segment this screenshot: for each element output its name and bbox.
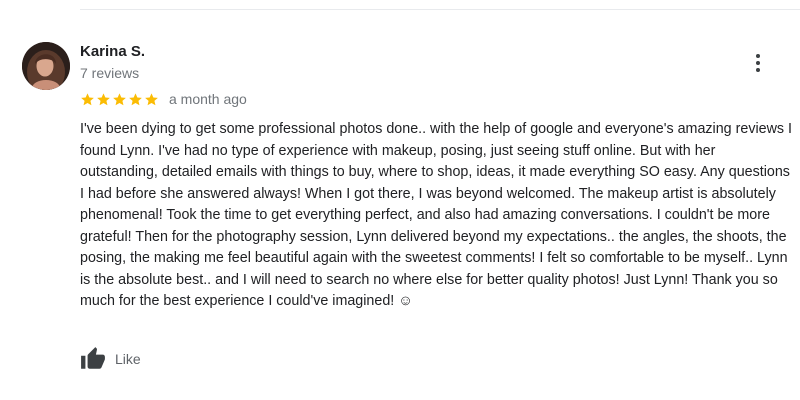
more-vertical-icon-dot bbox=[756, 68, 760, 72]
like-button[interactable]: Like bbox=[80, 346, 141, 372]
star-icon bbox=[145, 92, 158, 105]
rating-row: a month ago bbox=[80, 89, 247, 109]
more-options-button[interactable] bbox=[748, 50, 768, 76]
like-label: Like bbox=[115, 351, 141, 367]
avatar[interactable] bbox=[22, 42, 70, 90]
author-name[interactable]: Karina S. bbox=[80, 42, 145, 62]
star-icon bbox=[81, 92, 94, 105]
author-review-count: 7 reviews bbox=[80, 65, 140, 81]
review-card: Karina S. 7 reviews a month ago I've bee… bbox=[0, 0, 800, 400]
more-vertical-icon bbox=[756, 54, 760, 58]
divider bbox=[80, 9, 800, 10]
star-icon bbox=[129, 92, 142, 105]
avatar-photo bbox=[22, 42, 70, 90]
thumbs-up-icon bbox=[81, 347, 105, 369]
star-icon bbox=[113, 92, 126, 105]
star-icon bbox=[97, 92, 110, 105]
review-text: I've been dying to get some professional… bbox=[80, 121, 793, 309]
more-vertical-icon-dot bbox=[756, 61, 760, 65]
review-date: a month ago bbox=[169, 91, 247, 107]
star-rating bbox=[80, 92, 159, 107]
